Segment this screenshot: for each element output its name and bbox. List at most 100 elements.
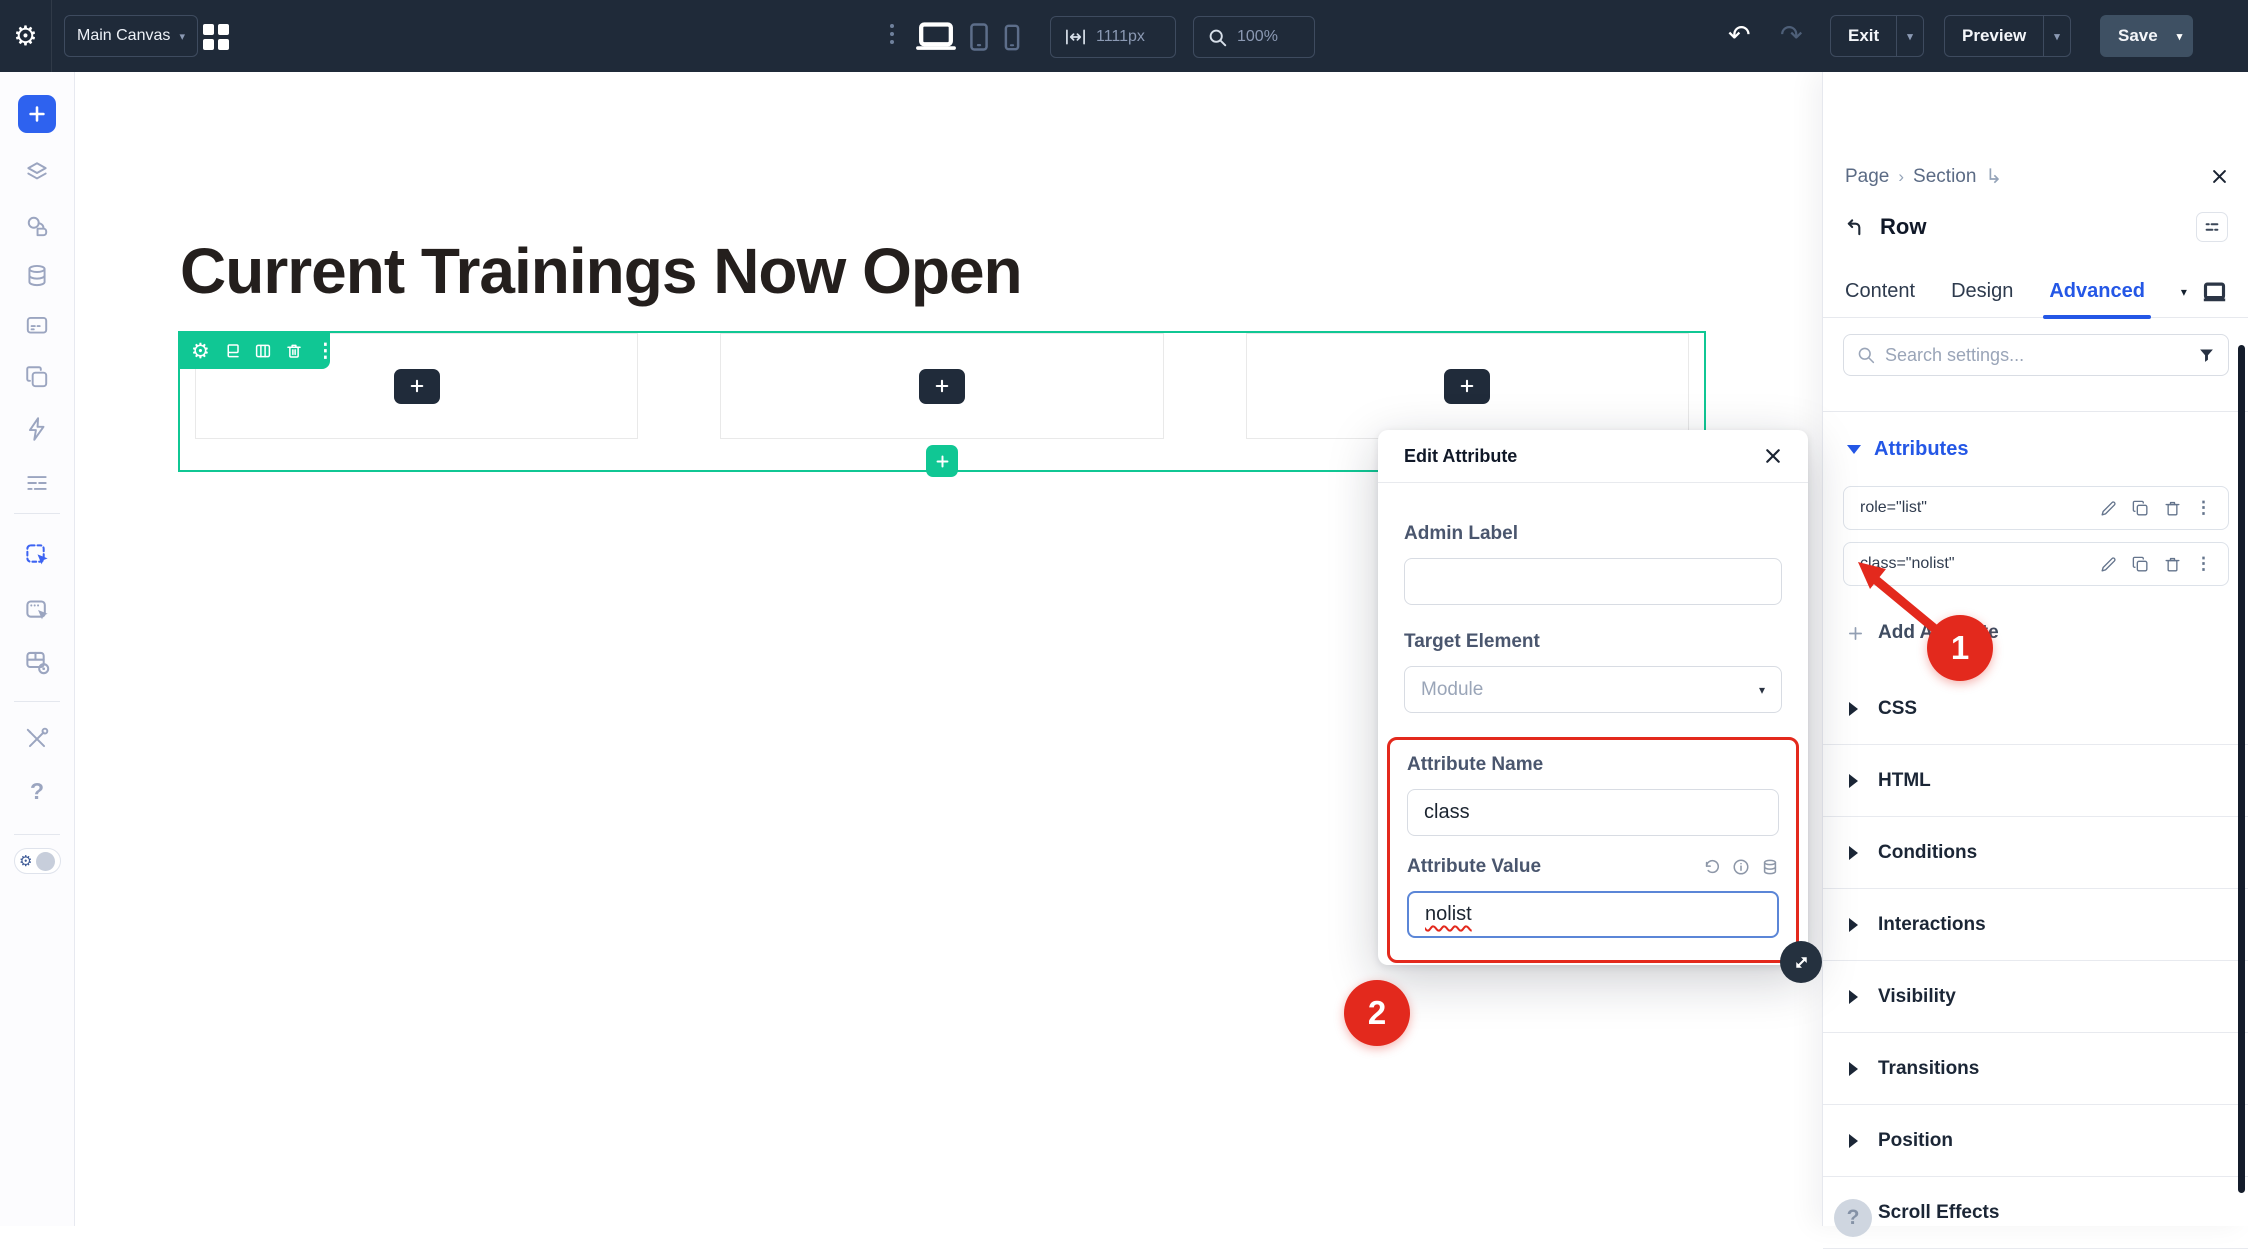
column-3[interactable] — [1246, 333, 1689, 439]
attributes-section-title: Attributes — [1874, 438, 1968, 461]
sidebar-item-design[interactable] — [17, 206, 57, 246]
window-cursor-icon — [24, 597, 51, 624]
row-columns-icon[interactable] — [254, 342, 272, 360]
section-scroll-effects[interactable]: Scroll Effects — [1823, 1177, 2248, 1249]
more-options-icon[interactable] — [890, 24, 894, 44]
attribute-row[interactable]: class="nolist" ⋮ — [1843, 542, 2229, 586]
sidebar-item-pages[interactable] — [17, 357, 57, 397]
breadcrumb: Page › Section ↳ — [1845, 164, 2226, 189]
attribute-name-input[interactable] — [1407, 789, 1779, 836]
canvas-select-label: Main Canvas — [77, 27, 170, 45]
layouts-grid-button[interactable] — [203, 24, 229, 50]
add-module-to-column-button[interactable] — [394, 369, 440, 404]
tab-design[interactable]: Design — [1951, 266, 2013, 317]
back-arrow-icon[interactable] — [1845, 218, 1866, 237]
sidebar-item-data[interactable] — [17, 256, 57, 296]
trash-icon[interactable] — [2163, 499, 2182, 518]
modal-resize-handle[interactable] — [1780, 941, 1822, 983]
filter-funnel-icon[interactable] — [2198, 347, 2215, 364]
section-position[interactable]: Position — [1823, 1105, 2248, 1177]
panel-close-button[interactable] — [2211, 168, 2228, 185]
duplicate-icon[interactable] — [2131, 499, 2150, 518]
preview-dropdown-button[interactable]: ▾ — [2043, 16, 2070, 56]
row-toolbar: ⚙ ⋮ — [178, 333, 330, 369]
chevron-down-icon: ▾ — [1907, 30, 1913, 43]
trash-icon[interactable] — [2163, 555, 2182, 574]
resize-diagonal-icon — [1792, 953, 1811, 972]
sidebar-divider — [14, 701, 60, 702]
edit-pencil-icon[interactable] — [2099, 555, 2118, 574]
sidebar-item-templates[interactable] — [17, 305, 57, 345]
duplicate-icon[interactable] — [2131, 555, 2150, 574]
section-css[interactable]: CSS — [1823, 673, 2248, 745]
tab-content[interactable]: Content — [1845, 266, 1915, 317]
add-module-button[interactable] — [18, 95, 56, 133]
search-icon — [1857, 346, 1875, 364]
column-2[interactable] — [720, 333, 1163, 439]
attributes-section-header[interactable]: Attributes — [1847, 438, 1968, 461]
exit-button[interactable]: Exit — [1831, 16, 1896, 56]
tab-advanced[interactable]: Advanced — [2049, 266, 2145, 317]
section-conditions[interactable]: Conditions — [1823, 817, 2248, 889]
search-input[interactable] — [1885, 345, 2188, 366]
caret-right-icon — [1849, 1062, 1858, 1076]
reset-icon[interactable] — [1703, 858, 1721, 876]
help-button[interactable]: ? — [1834, 1199, 1872, 1237]
shapes-icon — [24, 213, 50, 239]
sidebar-item-help[interactable]: ? — [17, 771, 57, 811]
edit-attribute-modal: Edit Attribute Admin Label Target Elemen… — [1378, 430, 1808, 965]
redo-button[interactable]: ↷ — [1780, 20, 1803, 51]
target-element-select[interactable]: Module ▾ — [1404, 666, 1782, 713]
more-options-icon[interactable]: ⋮ — [2195, 554, 2212, 574]
row-more-options-icon[interactable]: ⋮ — [316, 340, 335, 363]
chevron-down-icon[interactable]: ▾ — [2181, 285, 2187, 299]
more-options-icon[interactable]: ⋮ — [2195, 498, 2212, 518]
attribute-value-input[interactable]: nolist — [1407, 891, 1779, 938]
add-module-to-column-button[interactable] — [1444, 369, 1490, 404]
sidebar-item-tools[interactable] — [17, 719, 57, 759]
admin-label-input[interactable] — [1404, 558, 1782, 605]
save-dropdown-button[interactable]: ▾ — [2175, 16, 2193, 56]
desktop-view-icon[interactable] — [916, 22, 956, 50]
canvas-select[interactable]: Main Canvas ▾ — [64, 15, 198, 57]
caret-right-icon — [1849, 918, 1858, 932]
section-visibility[interactable]: Visibility — [1823, 961, 2248, 1033]
sidebar-item-layers[interactable] — [17, 153, 57, 193]
add-module-to-column-button[interactable] — [919, 369, 965, 404]
exit-dropdown-button[interactable]: ▾ — [1896, 16, 1923, 56]
phone-view-icon[interactable] — [1002, 24, 1022, 51]
annotation-highlight-box: 2 Attribute Name Attribute Value nolist — [1387, 737, 1799, 963]
row-delete-icon[interactable] — [285, 342, 303, 360]
builder-mode-toggle[interactable]: ⚙ — [14, 848, 61, 874]
sidebar-item-select-module[interactable] — [17, 535, 57, 575]
breadcrumb-section[interactable]: Section — [1913, 166, 1976, 188]
desktop-responsive-icon[interactable] — [2201, 281, 2228, 303]
preview-button[interactable]: Preview — [1945, 16, 2043, 56]
section-html[interactable]: HTML — [1823, 745, 2248, 817]
panel-scrollbar[interactable] — [2238, 345, 2245, 1193]
save-button[interactable]: Save — [2101, 16, 2175, 56]
builder-settings-button[interactable]: ⚙ — [0, 0, 52, 72]
section-transitions[interactable]: Transitions — [1823, 1033, 2248, 1105]
zoom-level-field[interactable]: 100% — [1193, 16, 1315, 58]
sidebar-item-interactions[interactable] — [17, 409, 57, 449]
sidebar-item-select-window[interactable] — [17, 590, 57, 630]
row-settings-icon[interactable]: ⚙ — [191, 339, 210, 364]
viewport-width-field[interactable]: 1111px — [1050, 16, 1176, 58]
tablet-view-icon[interactable] — [966, 22, 992, 52]
info-icon[interactable] — [1732, 858, 1750, 876]
sidebar-item-layout-view[interactable] — [17, 642, 57, 682]
modal-close-button[interactable] — [1764, 447, 1782, 465]
add-row-button[interactable] — [926, 445, 958, 477]
row-duplicate-icon[interactable] — [223, 342, 241, 360]
select-cursor-icon — [24, 542, 51, 569]
edit-pencil-icon[interactable] — [2099, 499, 2118, 518]
plus-icon — [933, 377, 951, 395]
panel-options-button[interactable] — [2196, 212, 2228, 242]
dynamic-content-icon[interactable] — [1761, 858, 1779, 876]
breadcrumb-page[interactable]: Page — [1845, 166, 1889, 188]
sidebar-item-list[interactable] — [17, 463, 57, 503]
undo-button[interactable]: ↶ — [1728, 20, 1751, 51]
attribute-row[interactable]: role="list" ⋮ — [1843, 486, 2229, 530]
section-interactions[interactable]: Interactions — [1823, 889, 2248, 961]
